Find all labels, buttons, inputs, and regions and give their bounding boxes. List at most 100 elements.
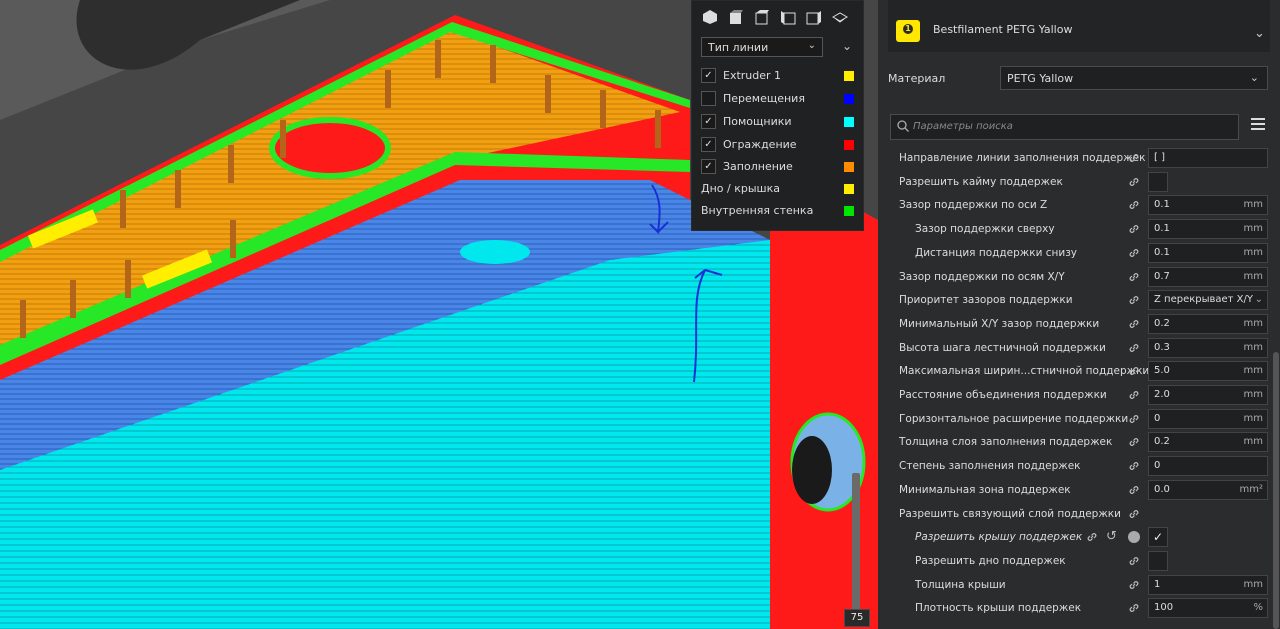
link-icon[interactable] <box>1086 531 1098 543</box>
link-icon[interactable] <box>1128 342 1140 354</box>
setting-row: Разрешить крышу поддержек ↺ ✓ <box>878 526 1268 548</box>
legend-checkbox[interactable]: ✓ <box>701 159 716 174</box>
setting-input[interactable]: 100% <box>1148 598 1268 619</box>
legend-item[interactable]: ✓ Помощники <box>701 113 856 131</box>
setting-input[interactable]: 0.1 mm <box>1148 219 1268 240</box>
setting-input[interactable]: 0.3 mm <box>1148 337 1268 358</box>
link-icon[interactable] <box>1128 365 1140 377</box>
setting-row: Направление линии заполнения поддержек [ … <box>878 147 1268 169</box>
setting-checkbox[interactable]: ✓ <box>1148 527 1168 548</box>
setting-input[interactable]: 0.1 mm <box>1148 195 1268 216</box>
legend-label: Внутренняя стенка <box>701 204 814 217</box>
link-icon[interactable] <box>1128 199 1140 211</box>
legend-checkbox[interactable]: ✓ <box>701 114 716 129</box>
setting-checkbox[interactable] <box>1148 550 1168 571</box>
link-icon[interactable] <box>1128 436 1140 448</box>
legend-checkbox[interactable] <box>701 91 716 106</box>
setting-checkbox[interactable] <box>1148 171 1168 192</box>
reset-icon[interactable]: ↺ <box>1106 529 1117 544</box>
setting-label: Зазор поддержки сверху <box>915 223 1055 236</box>
3d-view-icon[interactable] <box>702 9 718 25</box>
setting-row: Степень заполнения поддержек 0 <box>878 455 1268 477</box>
layer-number[interactable]: 75 <box>844 609 870 627</box>
setting-input[interactable]: 0.2 mm <box>1148 432 1268 453</box>
link-icon[interactable] <box>1128 152 1140 164</box>
legend-item[interactable]: Перемещения <box>701 90 856 108</box>
layer-slider[interactable] <box>852 473 860 613</box>
left-view-icon[interactable] <box>780 9 796 25</box>
setting-unit: mm <box>1243 223 1263 235</box>
chevron-down-icon: ⌄ <box>1249 71 1259 84</box>
search-placeholder: Параметры поиска <box>913 121 1013 132</box>
legend-label: Extruder 1 <box>723 69 782 82</box>
setting-select[interactable]: Z перекрывает X/Y ⌄ <box>1148 290 1268 311</box>
legend-label: Заполнение <box>723 160 793 173</box>
setting-input[interactable]: 0 <box>1148 456 1268 477</box>
right-view-icon[interactable] <box>806 9 822 25</box>
chevron-down-icon: ⌄ <box>807 40 816 51</box>
menu-icon[interactable] <box>1251 118 1265 132</box>
legend-item[interactable]: ✓ Extruder 1 <box>701 67 856 85</box>
link-icon[interactable] <box>1128 389 1140 401</box>
setting-value: 0.3 <box>1154 341 1170 353</box>
link-icon[interactable] <box>1128 271 1140 283</box>
collapse-chevron-icon[interactable]: ⌄ <box>842 39 852 53</box>
setting-input[interactable]: 0.2 mm <box>1148 313 1268 334</box>
setting-input[interactable]: 5.0 mm <box>1148 361 1268 382</box>
link-icon[interactable] <box>1128 508 1140 520</box>
link-icon[interactable] <box>1128 579 1140 591</box>
link-icon[interactable] <box>1128 318 1140 330</box>
link-icon[interactable] <box>1128 602 1140 614</box>
material-header[interactable]: 1 Bestfilament PETG Yallow ⌄ <box>888 0 1270 52</box>
settings-scrollbar[interactable] <box>1273 352 1279 629</box>
3d-viewport[interactable]: Тип линии ⌄ ⌄ ✓ Extruder 1 Перемещения ✓ Пом… <box>0 0 878 629</box>
front-view-icon[interactable] <box>728 9 744 25</box>
chevron-down-icon[interactable]: ⌄ <box>1254 26 1265 41</box>
setting-unit: mm <box>1243 246 1263 258</box>
setting-label: Высота шага лестничной поддержки <box>899 341 1106 354</box>
setting-row: Приоритет зазоров поддержки Z перекрывает… <box>878 289 1268 311</box>
chevron-down-icon: ⌄ <box>1254 294 1263 306</box>
legend-item[interactable]: ✓ Заполнение <box>701 158 856 176</box>
setting-value: 100 <box>1154 602 1174 614</box>
link-icon[interactable] <box>1128 555 1140 567</box>
setting-label: Разрешить дно поддержек <box>915 554 1066 567</box>
link-icon[interactable] <box>1128 460 1140 472</box>
setting-row: Горизонтальное расширение поддержки 0 mm <box>878 408 1268 430</box>
setting-input[interactable]: 2.0 mm <box>1148 385 1268 405</box>
extruder-1-icon: 1 <box>903 24 913 34</box>
link-icon[interactable] <box>1128 413 1140 425</box>
setting-input[interactable]: 0.1 mm <box>1148 242 1268 263</box>
setting-label: Плотность крыши поддержек <box>915 602 1082 615</box>
settings-search-input[interactable]: Параметры поиска <box>890 114 1239 140</box>
top-view-icon[interactable] <box>754 9 770 25</box>
legend-item[interactable]: ✓ Ограждение <box>701 136 856 154</box>
legend-checkbox[interactable]: ✓ <box>701 68 716 83</box>
setting-input[interactable]: [ ] <box>1148 148 1268 168</box>
setting-unit: % <box>1253 602 1263 614</box>
link-icon[interactable] <box>1128 247 1140 259</box>
setting-input[interactable]: 0.7 mm <box>1148 266 1268 287</box>
setting-input[interactable]: 0.0 mm² <box>1148 479 1268 500</box>
setting-row: Разрешить связующий слой поддержки <box>878 503 1268 525</box>
legend-checkbox[interactable]: ✓ <box>701 137 716 152</box>
x-ray-view-icon[interactable] <box>831 9 849 25</box>
link-icon[interactable] <box>1128 294 1140 306</box>
material-select[interactable]: PETG Yallow ⌄ <box>1000 66 1268 90</box>
view-buttons <box>702 9 849 25</box>
extruder-badge: 1 <box>896 20 920 42</box>
link-icon[interactable] <box>1128 176 1140 188</box>
legend-color-swatch <box>844 94 854 104</box>
line-type-dropdown[interactable]: Тип линии ⌄ <box>701 37 823 57</box>
link-icon[interactable] <box>1128 484 1140 496</box>
info-icon[interactable] <box>1128 531 1140 544</box>
setting-input[interactable]: 1 mm <box>1148 574 1268 595</box>
setting-value: 0.2 <box>1154 436 1170 448</box>
setting-label: Направление линии заполнения поддержек <box>899 152 1146 164</box>
setting-value: 1 <box>1154 578 1161 590</box>
setting-label: Приоритет зазоров поддержки <box>899 294 1073 307</box>
setting-input[interactable]: 0 mm <box>1148 408 1268 429</box>
setting-label: Разрешить крышу поддержек <box>915 531 1083 544</box>
setting-label: Степень заполнения поддержек <box>899 460 1081 473</box>
link-icon[interactable] <box>1128 223 1140 235</box>
